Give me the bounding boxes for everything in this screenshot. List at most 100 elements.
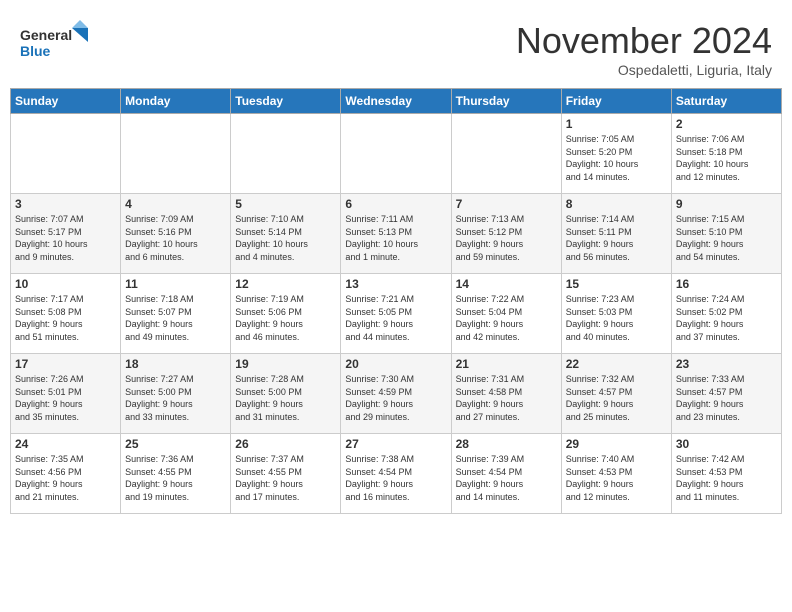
calendar-week-row: 1 Sunrise: 7:05 AMSunset: 5:20 PMDaylight…	[11, 114, 782, 194]
calendar-cell: 30Sunrise: 7:42 AMSunset: 4:53 PMDayligh…	[671, 434, 781, 514]
day-info: Sunrise: 7:37 AMSunset: 4:55 PMDaylight:…	[235, 453, 336, 503]
weekday-header: Tuesday	[231, 89, 341, 114]
day-number: 18	[125, 357, 226, 371]
calendar-cell: 25 Sunrise: 7:36 AMSunset: 4:55 PMDayligh…	[121, 434, 231, 514]
day-info: Sunrise: 7:27 AMSunset: 5:00 PMDaylight:…	[125, 373, 226, 423]
calendar-cell: 14 Sunrise: 7:22 AMSunset: 5:04 PMDayligh…	[451, 274, 561, 354]
weekday-header-row: SundayMondayTuesdayWednesdayThursdayFrid…	[11, 89, 782, 114]
weekday-header: Saturday	[671, 89, 781, 114]
day-info: Sunrise: 7:07 AMSunset: 5:17 PMDaylight:…	[15, 213, 116, 263]
day-info: Sunrise: 7:21 AMSunset: 5:05 PMDaylight:…	[345, 293, 446, 343]
day-number: 10	[15, 277, 116, 291]
day-info: Sunrise: 7:28 AMSunset: 5:00 PMDaylight:…	[235, 373, 336, 423]
day-info: Sunrise: 7:15 AMSunset: 5:10 PMDaylight:…	[676, 213, 777, 263]
day-info: Sunrise: 7:09 AMSunset: 5:16 PMDaylight:…	[125, 213, 226, 263]
calendar-cell: 12Sunrise: 7:19 AMSunset: 5:06 PMDayligh…	[231, 274, 341, 354]
day-number: 19	[235, 357, 336, 371]
day-info: Sunrise: 7:33 AMSunset: 4:57 PMDaylight:…	[676, 373, 777, 423]
day-number: 24	[15, 437, 116, 451]
calendar-cell	[231, 114, 341, 194]
day-number: 22	[566, 357, 667, 371]
weekday-header: Friday	[561, 89, 671, 114]
calendar-week-row: 3Sunrise: 7:07 AMSunset: 5:17 PMDaylight…	[11, 194, 782, 274]
logo-svg: General Blue	[20, 20, 90, 65]
calendar-week-row: 10Sunrise: 7:17 AMSunset: 5:08 PMDayligh…	[11, 274, 782, 354]
calendar-cell: 2 Sunrise: 7:06 AMSunset: 5:18 PMDaylight…	[671, 114, 781, 194]
calendar-week-row: 24 Sunrise: 7:35 AMSunset: 4:56 PMDayligh…	[11, 434, 782, 514]
month-title: November 2024	[516, 20, 772, 62]
day-number: 30	[676, 437, 777, 451]
day-number: 29	[566, 437, 667, 451]
title-block: November 2024 Ospedaletti, Liguria, Ital…	[516, 20, 772, 78]
calendar-table: SundayMondayTuesdayWednesdayThursdayFrid…	[10, 88, 782, 514]
calendar-cell: 5Sunrise: 7:10 AMSunset: 5:14 PMDaylight…	[231, 194, 341, 274]
weekday-header: Monday	[121, 89, 231, 114]
calendar-cell: 19 Sunrise: 7:28 AMSunset: 5:00 PMDayligh…	[231, 354, 341, 434]
calendar-cell: 8 Sunrise: 7:14 AMSunset: 5:11 PMDaylight…	[561, 194, 671, 274]
day-info: Sunrise: 7:32 AMSunset: 4:57 PMDaylight:…	[566, 373, 667, 423]
calendar-cell: 3Sunrise: 7:07 AMSunset: 5:17 PMDaylight…	[11, 194, 121, 274]
svg-text:General: General	[20, 27, 72, 43]
calendar-cell: 18 Sunrise: 7:27 AMSunset: 5:00 PMDayligh…	[121, 354, 231, 434]
day-info: Sunrise: 7:30 AMSunset: 4:59 PMDaylight:…	[345, 373, 446, 423]
weekday-header: Wednesday	[341, 89, 451, 114]
weekday-header: Sunday	[11, 89, 121, 114]
day-number: 26	[235, 437, 336, 451]
calendar-cell: 28Sunrise: 7:39 AMSunset: 4:54 PMDayligh…	[451, 434, 561, 514]
calendar-cell: 10Sunrise: 7:17 AMSunset: 5:08 PMDayligh…	[11, 274, 121, 354]
day-number: 2	[676, 117, 777, 131]
day-info: Sunrise: 7:05 AMSunset: 5:20 PMDaylight:…	[566, 133, 667, 183]
calendar-cell: 7 Sunrise: 7:13 AMSunset: 5:12 PMDaylight…	[451, 194, 561, 274]
day-number: 4	[125, 197, 226, 211]
day-number: 17	[15, 357, 116, 371]
day-info: Sunrise: 7:22 AMSunset: 5:04 PMDaylight:…	[456, 293, 557, 343]
day-number: 6	[345, 197, 446, 211]
calendar-cell: 16 Sunrise: 7:24 AMSunset: 5:02 PMDayligh…	[671, 274, 781, 354]
day-info: Sunrise: 7:14 AMSunset: 5:11 PMDaylight:…	[566, 213, 667, 263]
day-number: 11	[125, 277, 226, 291]
calendar-cell: 21Sunrise: 7:31 AMSunset: 4:58 PMDayligh…	[451, 354, 561, 434]
calendar-cell: 4 Sunrise: 7:09 AMSunset: 5:16 PMDaylight…	[121, 194, 231, 274]
calendar-cell: 26 Sunrise: 7:37 AMSunset: 4:55 PMDayligh…	[231, 434, 341, 514]
day-info: Sunrise: 7:36 AMSunset: 4:55 PMDaylight:…	[125, 453, 226, 503]
day-number: 7	[456, 197, 557, 211]
day-number: 16	[676, 277, 777, 291]
location: Ospedaletti, Liguria, Italy	[516, 62, 772, 78]
day-number: 25	[125, 437, 226, 451]
calendar-cell	[341, 114, 451, 194]
calendar-cell: 6 Sunrise: 7:11 AMSunset: 5:13 PMDaylight…	[341, 194, 451, 274]
day-info: Sunrise: 7:24 AMSunset: 5:02 PMDaylight:…	[676, 293, 777, 343]
day-number: 1	[566, 117, 667, 131]
calendar-cell: 27Sunrise: 7:38 AMSunset: 4:54 PMDayligh…	[341, 434, 451, 514]
calendar-cell: 20Sunrise: 7:30 AMSunset: 4:59 PMDayligh…	[341, 354, 451, 434]
calendar-cell: 23Sunrise: 7:33 AMSunset: 4:57 PMDayligh…	[671, 354, 781, 434]
day-info: Sunrise: 7:13 AMSunset: 5:12 PMDaylight:…	[456, 213, 557, 263]
day-number: 14	[456, 277, 557, 291]
day-info: Sunrise: 7:31 AMSunset: 4:58 PMDaylight:…	[456, 373, 557, 423]
day-info: Sunrise: 7:26 AMSunset: 5:01 PMDaylight:…	[15, 373, 116, 423]
calendar-cell	[451, 114, 561, 194]
page-header: General Blue November 2024 Ospedaletti, …	[10, 10, 782, 83]
calendar-cell	[11, 114, 121, 194]
calendar-cell: 13 Sunrise: 7:21 AMSunset: 5:05 PMDayligh…	[341, 274, 451, 354]
day-number: 12	[235, 277, 336, 291]
calendar-cell: 11Sunrise: 7:18 AMSunset: 5:07 PMDayligh…	[121, 274, 231, 354]
calendar-cell: 22 Sunrise: 7:32 AMSunset: 4:57 PMDayligh…	[561, 354, 671, 434]
logo: General Blue	[20, 20, 90, 70]
svg-text:Blue: Blue	[20, 43, 51, 59]
day-info: Sunrise: 7:10 AMSunset: 5:14 PMDaylight:…	[235, 213, 336, 263]
day-number: 8	[566, 197, 667, 211]
calendar-cell: 24 Sunrise: 7:35 AMSunset: 4:56 PMDayligh…	[11, 434, 121, 514]
day-info: Sunrise: 7:11 AMSunset: 5:13 PMDaylight:…	[345, 213, 446, 263]
calendar-cell: 17 Sunrise: 7:26 AMSunset: 5:01 PMDayligh…	[11, 354, 121, 434]
calendar-cell	[121, 114, 231, 194]
calendar-cell: 29Sunrise: 7:40 AMSunset: 4:53 PMDayligh…	[561, 434, 671, 514]
day-info: Sunrise: 7:06 AMSunset: 5:18 PMDaylight:…	[676, 133, 777, 183]
day-info: Sunrise: 7:35 AMSunset: 4:56 PMDaylight:…	[15, 453, 116, 503]
day-info: Sunrise: 7:38 AMSunset: 4:54 PMDaylight:…	[345, 453, 446, 503]
day-info: Sunrise: 7:39 AMSunset: 4:54 PMDaylight:…	[456, 453, 557, 503]
calendar-cell: 15Sunrise: 7:23 AMSunset: 5:03 PMDayligh…	[561, 274, 671, 354]
calendar-cell: 9 Sunrise: 7:15 AMSunset: 5:10 PMDaylight…	[671, 194, 781, 274]
day-number: 9	[676, 197, 777, 211]
day-number: 13	[345, 277, 446, 291]
